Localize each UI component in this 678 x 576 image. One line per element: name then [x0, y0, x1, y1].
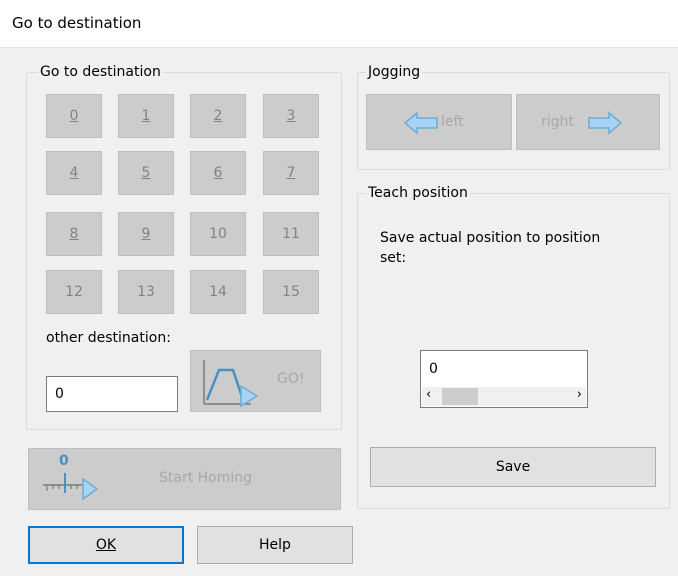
- motion-profile-icon: [203, 360, 259, 408]
- teach-position-group-title: Teach position: [366, 185, 470, 201]
- title-bar: Go to destination: [0, 0, 678, 48]
- jog-right-label: right: [541, 114, 574, 130]
- homing-zero-indicator: 0: [59, 453, 69, 469]
- ok-button-label: OK: [95, 537, 117, 553]
- scroll-left-icon[interactable]: ‹: [426, 387, 431, 402]
- destination-button-12[interactable]: 12: [46, 270, 102, 314]
- position-set-scrollbar[interactable]: ‹ ›: [422, 387, 586, 406]
- left-arrow-icon: [403, 111, 438, 135]
- scroll-right-icon[interactable]: ›: [577, 387, 582, 402]
- destination-button-15[interactable]: 15: [263, 270, 319, 314]
- destination-button-0[interactable]: 0: [46, 94, 102, 138]
- destination-button-9[interactable]: 9: [118, 212, 174, 256]
- save-button[interactable]: Save: [370, 447, 656, 487]
- position-set-value: 0: [429, 361, 438, 377]
- help-button[interactable]: Help: [197, 526, 353, 564]
- destination-button-11[interactable]: 11: [263, 212, 319, 256]
- destination-button-10[interactable]: 10: [190, 212, 246, 256]
- destination-button-6[interactable]: 6: [190, 151, 246, 195]
- destination-button-4[interactable]: 4: [46, 151, 102, 195]
- destination-button-5[interactable]: 5: [118, 151, 174, 195]
- destination-group-title: Go to destination: [38, 64, 163, 80]
- destination-button-1[interactable]: 1: [118, 94, 174, 138]
- scroll-thumb[interactable]: [442, 388, 478, 405]
- go-button-label: GO!: [277, 371, 305, 387]
- jog-left-button[interactable]: left: [366, 94, 512, 150]
- position-set-spinner[interactable]: 0 ‹ ›: [420, 350, 588, 408]
- start-homing-label: Start Homing: [159, 470, 253, 486]
- destination-button-3[interactable]: 3: [263, 94, 319, 138]
- other-destination-value: 0: [55, 386, 64, 402]
- destination-button-2[interactable]: 2: [190, 94, 246, 138]
- homing-icon: [43, 473, 99, 501]
- jogging-group-title: Jogging: [366, 64, 423, 80]
- window-title: Go to destination: [12, 14, 142, 32]
- ok-button[interactable]: OK: [28, 526, 184, 564]
- jog-right-button[interactable]: right: [516, 94, 660, 150]
- destination-button-8[interactable]: 8: [46, 212, 102, 256]
- start-homing-button[interactable]: 0 Start Homing: [28, 448, 341, 510]
- jog-left-label: left: [441, 114, 464, 130]
- destination-button-14[interactable]: 14: [190, 270, 246, 314]
- teach-description: Save actual position to position set:: [380, 230, 601, 266]
- destination-button-13[interactable]: 13: [118, 270, 174, 314]
- other-destination-label: other destination:: [46, 330, 171, 346]
- other-destination-input[interactable]: 0: [46, 376, 178, 412]
- destination-button-7[interactable]: 7: [263, 151, 319, 195]
- right-arrow-icon: [588, 111, 623, 135]
- save-button-label: Save: [495, 459, 531, 475]
- go-button[interactable]: GO!: [190, 350, 321, 412]
- help-button-label: Help: [259, 537, 291, 553]
